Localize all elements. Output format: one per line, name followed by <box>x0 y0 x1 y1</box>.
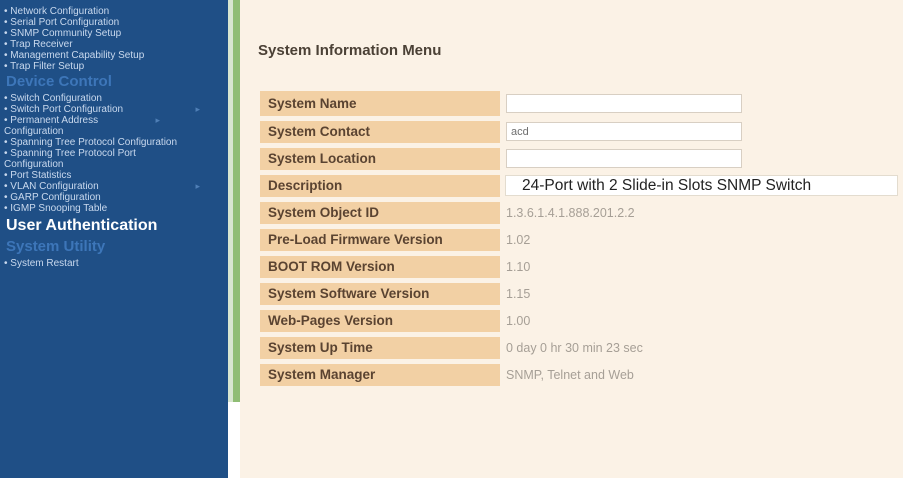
system-contact-cell <box>500 118 903 148</box>
system-location-input[interactable] <box>506 149 742 168</box>
chevron-right-icon: ▸ <box>195 104 200 114</box>
sidebar-item-label: • Management Capability Setup <box>4 50 145 61</box>
system-contact-label: System Contact <box>260 118 500 148</box>
table-row: System Name <box>260 91 903 121</box>
sidebar-item-label: • SNMP Community Setup <box>4 28 122 39</box>
sidebar-item-label: • Trap Receiver <box>4 39 73 50</box>
description-label: Description <box>260 172 500 202</box>
sidebar-item-label: • VLAN Configuration <box>4 181 99 192</box>
sidebar-menu-item[interactable]: • System Restart <box>0 258 228 269</box>
preload-firmware-label: Pre-Load Firmware Version <box>260 226 500 256</box>
sidebar-menu-item[interactable]: ▸ • Permanent Address Configuration <box>0 115 228 137</box>
sidebar-menu-item[interactable]: • Port Statistics <box>0 170 228 181</box>
object-id-value: 1.3.6.1.4.1.888.201.2.2 <box>500 199 903 229</box>
sidebar-menu-item[interactable]: • Network Configuration <box>0 6 228 17</box>
system-manager-value: SNMP, Telnet and Web <box>500 361 903 391</box>
sidebar-menu-item[interactable]: • IGMP Snooping Table <box>0 203 228 214</box>
sidebar-menu-item[interactable]: ▸ • Switch Port Configuration <box>0 104 228 115</box>
chevron-right-icon: ▸ <box>195 181 200 191</box>
system-location-cell <box>500 145 903 175</box>
boot-rom-label: BOOT ROM Version <box>260 253 500 283</box>
sidebar-item-label: • IGMP Snooping Table <box>4 203 108 214</box>
web-pages-version-label: Web-Pages Version <box>260 307 500 337</box>
up-time-value: 0 day 0 hr 30 min 23 sec <box>500 334 903 364</box>
description-value: 24-Port with 2 Slide-in Slots SNMP Switc… <box>505 175 898 196</box>
system-name-input[interactable] <box>506 93 742 113</box>
sidebar-group-system-utility: • System Restart <box>0 258 228 269</box>
description-cell: 24-Port with 2 Slide-in Slots SNMP Switc… <box>500 172 903 202</box>
sidebar-menu-item[interactable]: • Trap Receiver <box>0 39 228 50</box>
sidebar-menu-item[interactable]: • Trap Filter Setup <box>0 61 228 72</box>
up-time-label: System Up Time <box>260 334 500 364</box>
preload-firmware-value: 1.02 <box>500 226 903 256</box>
sidebar-menu-item[interactable]: • Switch Configuration <box>0 93 228 104</box>
table-row: System Contact <box>260 118 903 148</box>
main-content: System Information Menu System Name Syst… <box>240 0 903 478</box>
sidebar-item-label: • Spanning Tree Protocol Configuration <box>4 137 178 148</box>
object-id-label: System Object ID <box>260 199 500 229</box>
table-row: BOOT ROM Version 1.10 <box>260 253 903 283</box>
sidebar-group-management: • Network Configuration • Serial Port Con… <box>0 0 228 72</box>
sidebar-item-label: • Port Statistics <box>4 170 72 181</box>
sidebar-menu-item[interactable]: ▸ • VLAN Configuration <box>0 181 228 192</box>
software-version-label: System Software Version <box>260 280 500 310</box>
system-manager-label: System Manager <box>260 361 500 391</box>
system-info-table: System Name System Contact System Locati… <box>260 91 903 391</box>
sidebar-section-device-control[interactable]: Device Control <box>0 72 228 93</box>
sidebar-menu-item[interactable]: • SNMP Community Setup <box>0 28 228 39</box>
sidebar-section-system-utility[interactable]: System Utility <box>0 237 228 258</box>
sidebar-item-label: • Trap Filter Setup <box>4 61 85 72</box>
table-row: System Manager SNMP, Telnet and Web <box>260 361 903 391</box>
sidebar-menu-item[interactable]: • Spanning Tree Protocol Configuration <box>0 137 228 148</box>
sidebar-item-label: • Network Configuration <box>4 6 110 17</box>
boot-rom-value: 1.10 <box>500 253 903 283</box>
table-row: Web-Pages Version 1.00 <box>260 307 903 337</box>
web-pages-version-value: 1.00 <box>500 307 903 337</box>
page-title: System Information Menu <box>258 42 442 59</box>
table-row: Description 24-Port with 2 Slide-in Slot… <box>260 172 903 202</box>
sidebar: • Network Configuration • Serial Port Con… <box>0 0 228 478</box>
sidebar-item-label: • Spanning Tree Protocol Port Configurat… <box>4 148 136 170</box>
table-row: System Object ID 1.3.6.1.4.1.888.201.2.2 <box>260 199 903 229</box>
chevron-right-icon: ▸ <box>155 115 160 125</box>
table-row: System Up Time 0 day 0 hr 30 min 23 sec <box>260 334 903 364</box>
system-name-label: System Name <box>260 91 500 121</box>
sidebar-item-label: • System Restart <box>4 258 79 269</box>
frame-divider-gap <box>228 402 240 478</box>
system-location-label: System Location <box>260 145 500 175</box>
software-version-value: 1.15 <box>500 280 903 310</box>
sidebar-item-label: • Permanent Address Configuration <box>4 115 99 137</box>
sidebar-item-label: • Serial Port Configuration <box>4 17 120 28</box>
table-row: Pre-Load Firmware Version 1.02 <box>260 226 903 256</box>
sidebar-menu-item[interactable]: • Serial Port Configuration <box>0 17 228 28</box>
table-row: System Software Version 1.15 <box>260 280 903 310</box>
sidebar-item-label: • Switch Configuration <box>4 93 102 104</box>
sidebar-item-label: • GARP Configuration <box>4 192 101 203</box>
sidebar-menu-item[interactable]: • Spanning Tree Protocol Port Configurat… <box>0 148 228 170</box>
sidebar-menu-item[interactable]: • Management Capability Setup <box>0 50 228 61</box>
sidebar-group-device-control: • Switch Configuration ▸ • Switch Port Con… <box>0 93 228 214</box>
sidebar-item-label: • Switch Port Configuration <box>4 104 124 115</box>
sidebar-menu-item[interactable]: • GARP Configuration <box>0 192 228 203</box>
table-row: System Location <box>260 145 903 175</box>
system-name-cell <box>500 91 903 121</box>
sidebar-section-user-authentication[interactable]: User Authentication <box>0 216 228 237</box>
system-contact-input[interactable] <box>506 122 742 141</box>
